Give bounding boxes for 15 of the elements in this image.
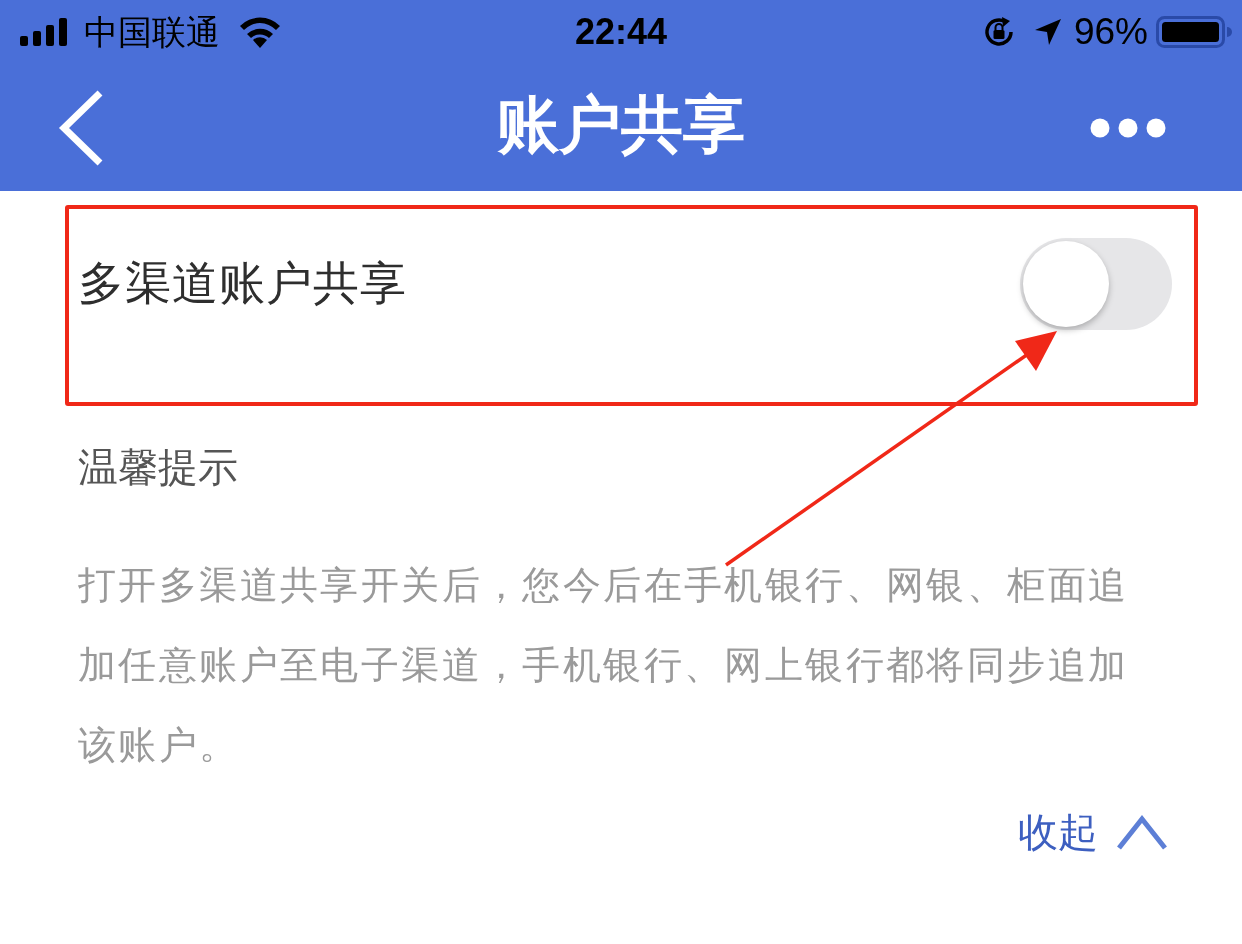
tip-text: 打开多渠道共享开关后，您今后在手机银行、网银、柜面追加任意账户至电子渠道，手机银行、网上银行都将同步追加该账户。 — [78, 562, 1130, 769]
setting-label: 多渠道账户共享 — [78, 255, 407, 312]
tip-heading: 温馨提示 — [78, 443, 238, 492]
up-chevron-icon — [1116, 814, 1168, 851]
battery-icon — [1156, 16, 1232, 48]
page-title: 账户共享 — [497, 88, 745, 162]
signal-icon — [20, 18, 70, 46]
more-button[interactable] — [1090, 117, 1166, 138]
battery-percent: 96% — [1073, 11, 1148, 53]
location-arrow-icon — [1033, 18, 1062, 46]
carrier-name: 中国联通 — [84, 12, 220, 52]
status-time: 22:44 — [574, 11, 668, 53]
wifi-icon — [238, 16, 282, 48]
collapse-link[interactable]: 收起 — [1018, 805, 1168, 860]
more-icon — [1090, 117, 1166, 138]
